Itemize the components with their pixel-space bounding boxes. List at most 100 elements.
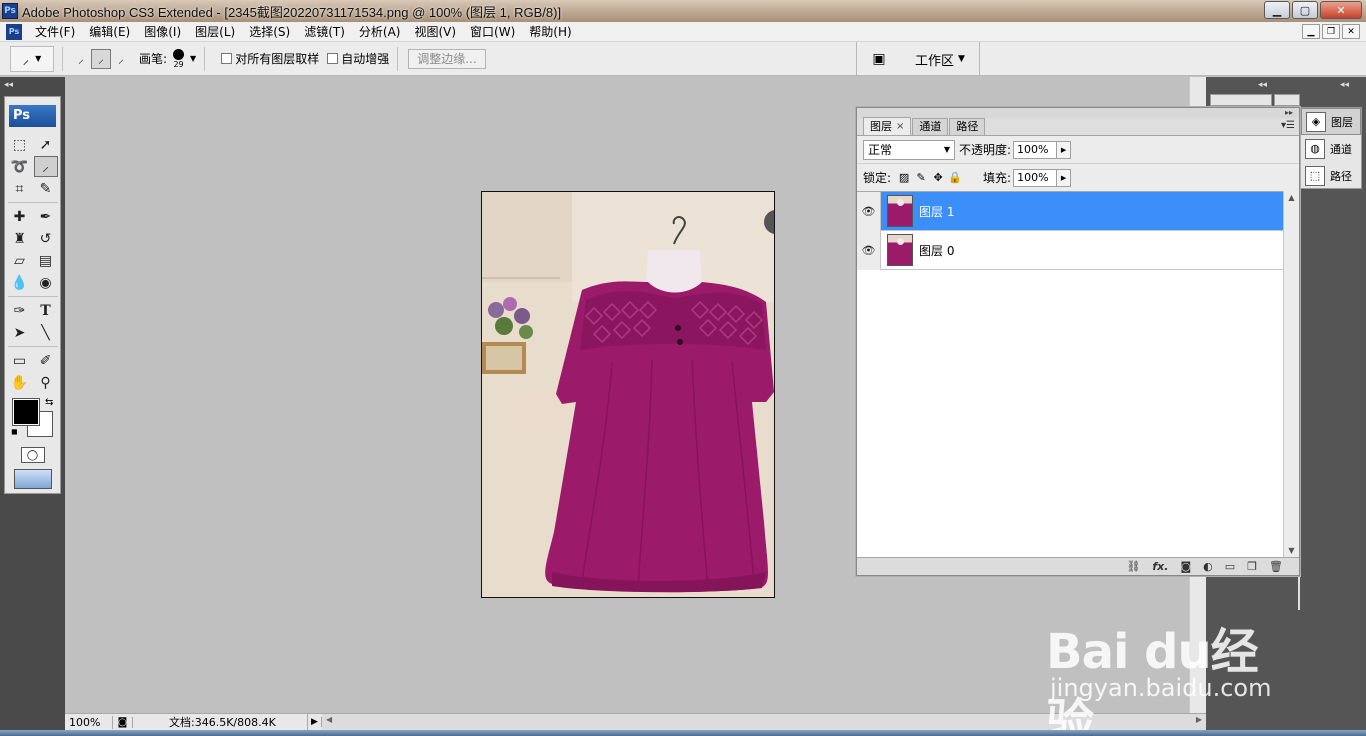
eyedropper-tool-icon[interactable]: ✐ [34, 350, 58, 371]
menu-window[interactable]: 窗口(W) [463, 22, 522, 42]
menu-file[interactable]: 文件(F) [28, 22, 82, 42]
group-icon[interactable]: ▭ [1225, 560, 1235, 573]
quick-selection-tool-icon[interactable]: ⸝ [33, 156, 58, 177]
line-tool-icon[interactable]: ╲ [34, 322, 58, 343]
dock-layers-button[interactable]: ◈ 图层 [1301, 108, 1361, 135]
menu-analysis[interactable]: 分析(A) [352, 22, 408, 42]
new-layer-icon[interactable]: ❐ [1247, 560, 1257, 573]
notes-tool-icon[interactable]: ▭ [8, 350, 32, 371]
zoom-level[interactable]: 100% [65, 715, 113, 729]
panel-footer: ⛓ fx. ◙ ◐ ▭ ❐ 🗑 [857, 557, 1299, 575]
zoom-tool-icon[interactable]: ⚲ [34, 372, 58, 393]
bridge-icon[interactable]: ▣ [867, 49, 891, 69]
maximize-button[interactable]: ▢ [1292, 1, 1318, 19]
collapse-icon[interactable]: ◂◂ [1258, 80, 1267, 90]
link-icon[interactable]: ⛓ [1126, 560, 1140, 573]
divider [856, 42, 857, 76]
menu-view[interactable]: 视图(V) [407, 22, 463, 42]
trash-icon[interactable]: 🗑 [1269, 560, 1283, 573]
dodge-tool-icon[interactable]: ◉ [34, 272, 58, 293]
adjustment-icon[interactable]: ◐ [1203, 560, 1213, 573]
opacity-input[interactable]: 100% [1013, 140, 1058, 159]
pen-tool-icon[interactable]: ✑ [8, 300, 32, 321]
mask-icon[interactable]: ◙ [1180, 560, 1191, 573]
subtract-from-selection-mode-button[interactable]: ⸝ [111, 49, 131, 69]
brush-picker[interactable]: 29 [173, 48, 185, 69]
panel-menu-icon[interactable]: ▾☰ [1281, 120, 1295, 131]
close-icon[interactable]: × [896, 119, 904, 135]
doc-minimize-button[interactable]: ▁ [1302, 24, 1320, 39]
fill-slider-button[interactable]: ▶ [1057, 168, 1072, 187]
lasso-tool-icon[interactable]: ➰ [8, 156, 32, 177]
menu-select[interactable]: 选择(S) [242, 22, 297, 42]
lock-transparency-icon[interactable]: ▨ [897, 171, 911, 185]
marquee-tool-icon[interactable]: ⬚ [8, 134, 32, 155]
brush-dropdown-icon[interactable]: ▼ [190, 54, 196, 63]
scroll-down-icon[interactable]: ▼ [1288, 546, 1294, 555]
menu-filter[interactable]: 滤镜(T) [297, 22, 352, 42]
doc-close-button[interactable]: ✕ [1342, 24, 1360, 39]
eye-icon[interactable]: 👁 [857, 230, 881, 270]
tool-preset-picker[interactable]: ⸝ ▼ [10, 45, 54, 72]
document-canvas[interactable] [481, 191, 775, 598]
healing-brush-tool-icon[interactable]: ✚ [8, 206, 32, 227]
fx-icon[interactable]: fx. [1152, 560, 1168, 573]
divider [7, 294, 58, 297]
blend-mode-value: 正常 [868, 143, 893, 157]
sample-all-layers-checkbox[interactable] [221, 53, 233, 64]
slice-tool-icon[interactable]: ✎ [34, 178, 58, 199]
tab-channels[interactable]: 通道 [912, 118, 949, 135]
refine-edge-button[interactable]: 调整边缘... [408, 48, 486, 69]
menu-help[interactable]: 帮助(H) [522, 22, 578, 42]
crop-tool-icon[interactable]: ⌗ [8, 178, 32, 199]
menu-layer[interactable]: 图层(L) [188, 22, 242, 42]
chevron-down-icon: ▼ [958, 54, 965, 64]
move-tool-icon[interactable]: ➚ [34, 134, 58, 155]
menu-image[interactable]: 图像(I) [137, 22, 188, 42]
eye-icon[interactable]: 👁 [857, 191, 881, 231]
history-brush-tool-icon[interactable]: ↺ [34, 228, 58, 249]
path-selection-tool-icon[interactable]: ➤ [8, 322, 32, 343]
add-to-selection-mode-button[interactable]: ⸝ [91, 48, 111, 69]
tab-layers[interactable]: 图层 × [863, 117, 912, 135]
brush-tool-icon[interactable]: ✒ [34, 206, 58, 227]
lock-image-icon[interactable]: ✎ [914, 171, 928, 185]
scroll-left-icon[interactable]: ◀ [326, 715, 332, 724]
layer-list-scrollbar[interactable]: ▲ ▼ [1283, 191, 1299, 557]
minimize-button[interactable]: ▁ [1264, 1, 1290, 19]
dock-paths-button[interactable]: ⬚ 路径 [1301, 162, 1361, 189]
quick-mask-icon[interactable]: ◯ [20, 447, 45, 463]
auto-enhance-checkbox[interactable] [327, 53, 339, 64]
layer-row[interactable]: 👁 图层 0 [857, 230, 1283, 270]
layer-row[interactable]: 👁 图层 1 [857, 191, 1283, 231]
tab-paths[interactable]: 路径 [949, 118, 986, 135]
gradient-tool-icon[interactable]: ▤ [34, 250, 58, 271]
default-colors-icon[interactable]: ◼ [11, 427, 18, 436]
workspace-menu[interactable]: 工作区 ▼ [901, 50, 979, 69]
new-selection-mode-button[interactable]: ⸝ [71, 49, 91, 69]
scroll-up-icon[interactable]: ▲ [1288, 193, 1294, 202]
lock-all-icon[interactable]: 🔒 [948, 171, 962, 185]
collapse-icon[interactable]: ◂◂ [4, 80, 13, 90]
clone-stamp-tool-icon[interactable]: ♜ [8, 228, 32, 249]
close-button[interactable]: ✕ [1320, 1, 1362, 19]
screen-mode-icon[interactable] [13, 469, 52, 489]
lock-position-icon[interactable]: ✥ [931, 171, 945, 185]
hand-tool-icon[interactable]: ✋ [8, 372, 32, 393]
opacity-slider-button[interactable]: ▶ [1057, 140, 1072, 159]
doc-restore-button[interactable]: ❐ [1322, 24, 1340, 39]
status-menu-arrow[interactable]: ▶ [308, 717, 322, 727]
blur-tool-icon[interactable]: 💧 [8, 272, 32, 293]
fill-input[interactable]: 100% [1013, 168, 1058, 187]
foreground-color-swatch[interactable] [12, 398, 40, 426]
panel-collapse-bar[interactable]: ▸▸ [857, 108, 1299, 118]
eraser-tool-icon[interactable]: ▱ [8, 250, 32, 271]
type-tool-icon[interactable]: T [34, 300, 58, 321]
blend-mode-select[interactable]: 正常 ▼ [863, 139, 955, 160]
menu-edit[interactable]: 编辑(E) [82, 22, 137, 42]
collapse-icon[interactable]: ◂◂ [1340, 80, 1349, 90]
swap-colors-icon[interactable]: ⇆ [45, 397, 53, 408]
document-icon[interactable]: Ps [6, 23, 22, 40]
dock-channels-button[interactable]: ◍ 通道 [1301, 135, 1361, 162]
status-info-icon[interactable]: ◙ [113, 716, 133, 728]
